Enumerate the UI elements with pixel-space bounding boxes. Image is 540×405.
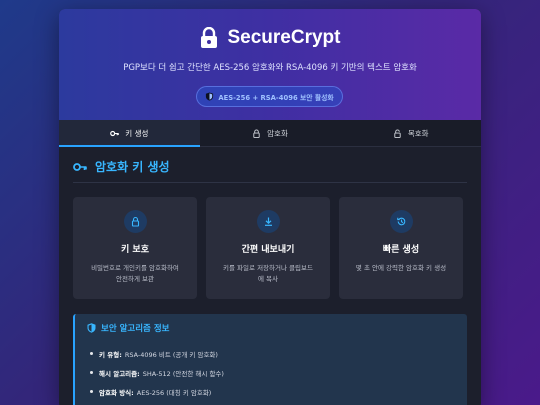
unlock-icon [394,128,401,138]
key-icon [110,130,120,136]
app-subtitle: PGP보다 더 쉽고 간단한 AES-256 암호화와 RSA-4096 키 기… [123,63,417,73]
tab-encrypt[interactable]: 암호화 [200,120,341,146]
tab-key-generation[interactable]: 키 생성 [59,120,200,147]
shield-icon [206,92,214,101]
lock-icon [253,128,260,138]
security-badge: AES-256 + RSA-4096 보안 활성화 [196,86,343,107]
app-title: SecureCrypt [227,27,341,48]
title-row: SecureCrypt [59,27,481,49]
tab-decrypt[interactable]: 복호화 [340,120,481,146]
badge-label: AES-256 + RSA-4096 보안 활성화 [218,93,334,102]
tab-label: 암호화 [267,128,288,138]
main-card: SecureCrypt PGP보다 더 쉽고 간단한 AES-256 암호화와 … [59,9,481,405]
tab-bar: 키 생성 암호화 복호화 [59,120,481,147]
tab-label: 복호화 [407,128,429,138]
tab-label: 키 생성 [125,128,149,138]
header: SecureCrypt PGP보다 더 쉽고 간단한 AES-256 암호화와 … [59,9,481,120]
lock-icon [200,27,217,48]
